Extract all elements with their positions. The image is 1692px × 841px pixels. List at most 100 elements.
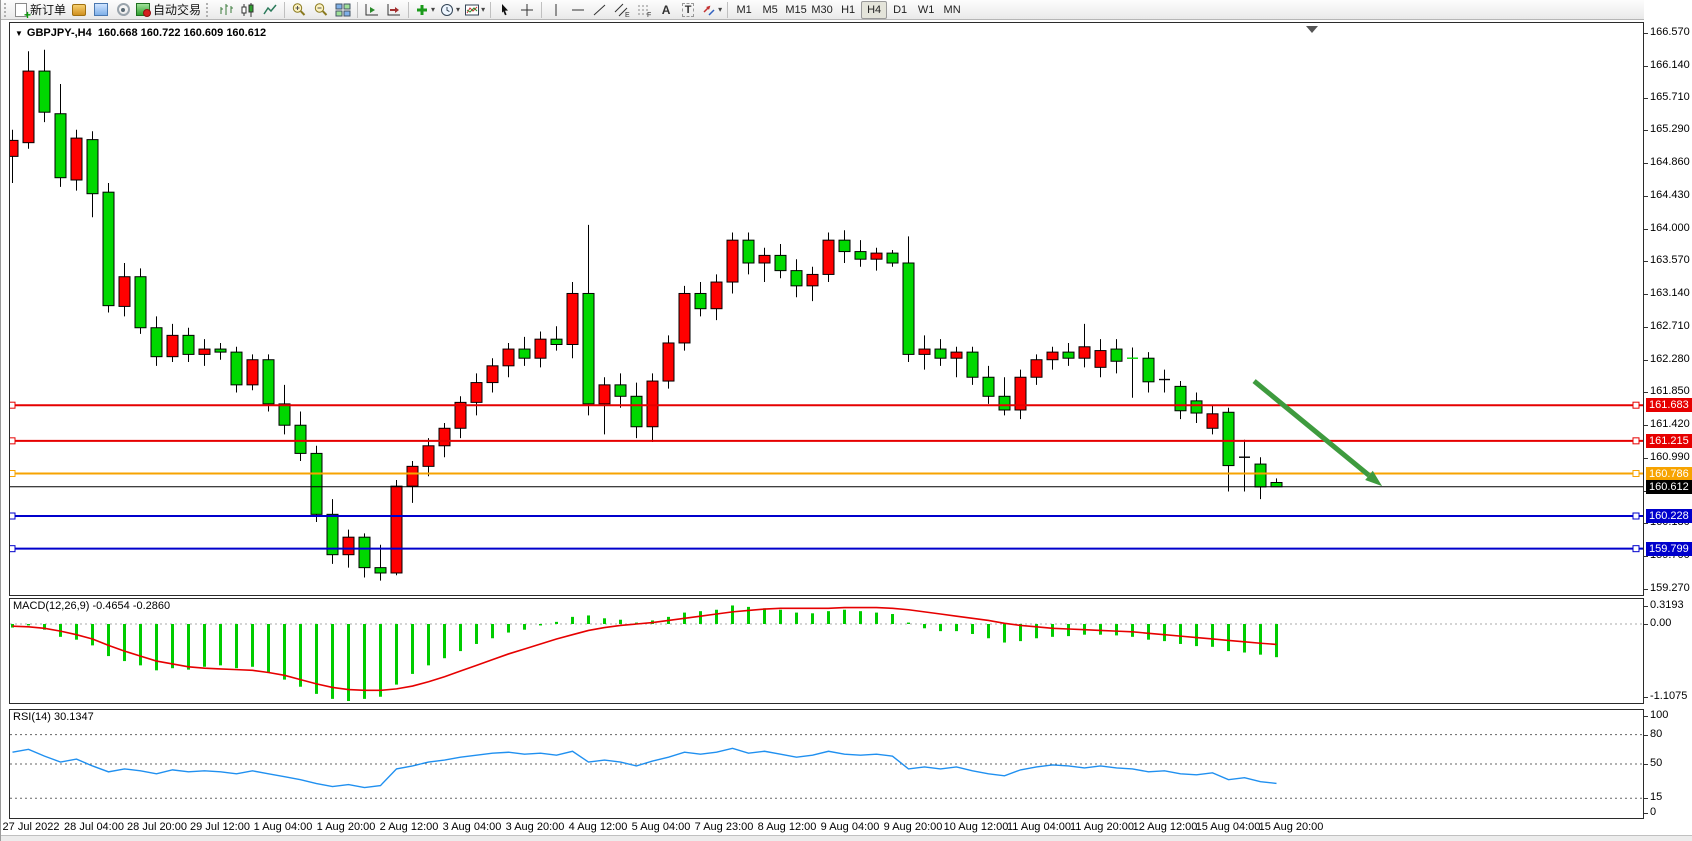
timeframe-m15[interactable]: M15 <box>783 1 809 19</box>
time-tick-label: 1 Aug 20:00 <box>317 821 376 833</box>
timeframe-w1[interactable]: W1 <box>913 1 939 19</box>
periods-button[interactable]: ▾ <box>437 1 462 19</box>
bars-chart-button[interactable] <box>215 1 237 19</box>
market-watch-button[interactable] <box>68 1 90 19</box>
ohlc-readout: 160.668 160.722 160.609 160.612 <box>98 27 266 39</box>
crosshair-button[interactable] <box>516 1 538 19</box>
price-tick-label: 15 <box>1650 791 1662 803</box>
axis-tick <box>1644 697 1648 698</box>
axis-tick <box>1644 98 1648 99</box>
bottom-strip <box>1 835 1692 841</box>
axis-tick <box>1644 66 1648 67</box>
toolbar-grip[interactable] <box>206 3 212 17</box>
new-order-label: 新订单 <box>30 1 66 18</box>
template-icon <box>464 2 480 18</box>
toolbar-separator <box>357 2 358 18</box>
main-chart-pane[interactable] <box>9 22 1644 596</box>
price-tick-label: 166.570 <box>1650 26 1690 38</box>
new-order-button[interactable]: 新订单 <box>13 1 68 19</box>
tile-windows-button[interactable] <box>332 1 354 19</box>
toolbar: 新订单 自动交易 ▾ ▾ ▾ E F A T ▾ <box>1 0 1692 20</box>
indicators-button[interactable]: ▾ <box>412 1 437 19</box>
axis-tick <box>1644 798 1648 799</box>
chevron-down-icon: ▾ <box>431 5 435 14</box>
axis-tick <box>1644 458 1648 459</box>
price-tick-label: 162.280 <box>1650 353 1690 365</box>
toolbar-separator <box>490 2 491 18</box>
zoom-out-button[interactable] <box>310 1 332 19</box>
time-tick-label: 1 Aug 04:00 <box>254 821 313 833</box>
tile-windows-icon <box>335 2 351 18</box>
auto-scroll-button[interactable] <box>361 1 383 19</box>
timeframe-d1[interactable]: D1 <box>887 1 913 19</box>
price-axis[interactable]: 166.570166.140165.710165.290164.860164.4… <box>1644 0 1692 841</box>
time-tick-label: 7 Aug 23:00 <box>695 821 754 833</box>
arrows-icon <box>701 2 717 18</box>
price-line-badge: 161.683 <box>1646 398 1692 412</box>
price-tick-label: 163.140 <box>1650 287 1690 299</box>
price-tick-label: 161.420 <box>1650 418 1690 430</box>
price-tick-label: 164.430 <box>1650 189 1690 201</box>
trendline-button[interactable] <box>589 1 611 19</box>
autotrading-button[interactable]: 自动交易 <box>134 1 203 19</box>
price-tick-label: 100 <box>1650 709 1668 721</box>
horizontal-line-icon <box>570 2 586 18</box>
cursor-icon <box>497 2 513 18</box>
arrows-tool-button[interactable]: ▾ <box>699 1 724 19</box>
timeframe-group: M1M5M15M30H1H4D1W1MN <box>731 0 965 19</box>
text-label-icon: T <box>682 3 695 17</box>
chart-shift-button[interactable] <box>383 1 405 19</box>
time-tick-label: 11 Aug 04:00 <box>1007 821 1071 833</box>
timeframe-h4[interactable]: H4 <box>861 1 887 19</box>
axis-tick <box>1644 556 1648 557</box>
macd-pane[interactable] <box>9 598 1644 704</box>
candlestick-chart-button[interactable] <box>237 1 259 19</box>
rsi-canvas[interactable] <box>10 710 1643 818</box>
price-tick-label: 159.270 <box>1650 582 1690 594</box>
chart-title: ▼GBPJPY-,H4 160.668 160.722 160.609 160.… <box>15 27 266 39</box>
macd-canvas[interactable] <box>10 599 1643 703</box>
chevron-down-icon: ▾ <box>718 5 722 14</box>
timeframe-m1[interactable]: M1 <box>731 1 757 19</box>
axis-tick <box>1644 261 1648 262</box>
price-line-badge: 160.612 <box>1646 480 1692 494</box>
zoom-in-button[interactable] <box>288 1 310 19</box>
navigator-icon <box>94 3 108 16</box>
chevron-down-icon: ▾ <box>456 5 460 14</box>
timeframe-m30[interactable]: M30 <box>809 1 835 19</box>
price-tick-label: 164.000 <box>1650 222 1690 234</box>
zoom-out-icon <box>313 2 329 18</box>
text-label-button[interactable]: T <box>677 1 699 19</box>
bars-chart-icon <box>218 2 234 18</box>
text-button[interactable]: A <box>655 1 677 19</box>
indicators-icon <box>414 2 430 18</box>
cursor-button[interactable] <box>494 1 516 19</box>
line-chart-button[interactable] <box>259 1 281 19</box>
time-tick-label: 2 Aug 12:00 <box>380 821 439 833</box>
rsi-pane[interactable] <box>9 709 1644 819</box>
equidistant-channel-button[interactable]: E <box>611 1 633 19</box>
price-line-badge: 159.799 <box>1646 542 1692 556</box>
timeframe-h1[interactable]: H1 <box>835 1 861 19</box>
main-chart-canvas[interactable] <box>10 23 1643 595</box>
svg-text:F: F <box>647 12 651 18</box>
price-tick-label: 0 <box>1650 806 1656 818</box>
time-tick-label: 11 Aug 20:00 <box>1070 821 1134 833</box>
equidistant-channel-icon: E <box>614 2 630 18</box>
new-order-icon <box>15 3 27 17</box>
trendline-icon <box>592 2 608 18</box>
navigator-button[interactable] <box>90 1 112 19</box>
timeframe-m5[interactable]: M5 <box>757 1 783 19</box>
time-axis[interactable]: 27 Jul 202228 Jul 04:0028 Jul 20:0029 Ju… <box>1 819 1692 835</box>
axis-tick <box>1644 130 1648 131</box>
price-line-badge: 160.786 <box>1646 467 1692 481</box>
horizontal-line-button[interactable] <box>567 1 589 19</box>
signals-button[interactable] <box>112 1 134 19</box>
vertical-line-button[interactable] <box>545 1 567 19</box>
fibonacci-button[interactable]: F <box>633 1 655 19</box>
templates-button[interactable]: ▾ <box>462 1 487 19</box>
timeframe-mn[interactable]: MN <box>939 1 965 19</box>
signals-icon <box>117 3 130 16</box>
time-tick-label: 10 Aug 12:00 <box>944 821 1009 833</box>
toolbar-grip[interactable] <box>4 3 10 17</box>
